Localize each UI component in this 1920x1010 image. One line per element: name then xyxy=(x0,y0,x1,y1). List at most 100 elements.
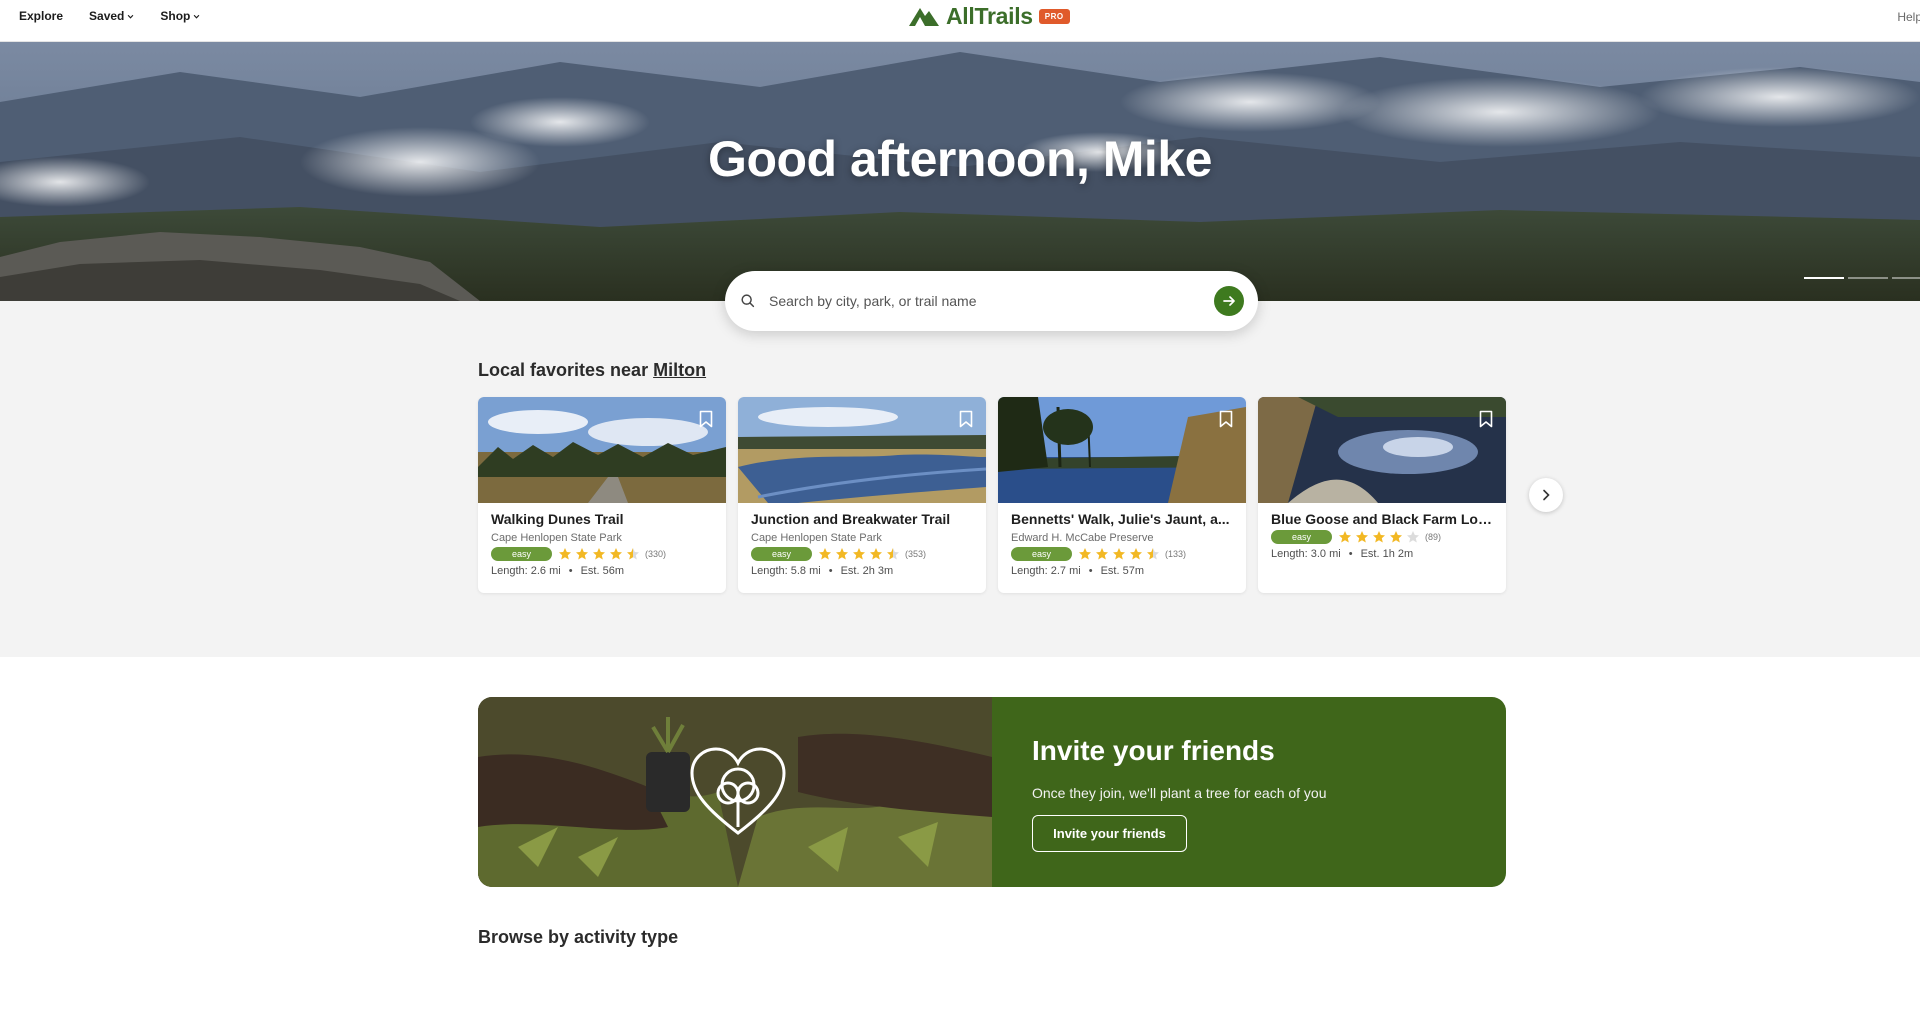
star-icon xyxy=(1096,548,1108,560)
trail-name: Walking Dunes Trail xyxy=(491,511,624,527)
review-count: (89) xyxy=(1425,532,1442,542)
trail-length: Length: 2.6 mi • Est. 56m xyxy=(491,565,624,577)
star-icon xyxy=(819,548,831,560)
star-rating xyxy=(818,547,900,561)
bookmark-icon[interactable] xyxy=(959,410,973,428)
nav-menu: Explore Saved Shop xyxy=(19,0,200,32)
review-count: (133) xyxy=(1165,549,1187,559)
pro-badge: PRO xyxy=(1038,8,1070,24)
trail-park: Cape Henlopen State Park xyxy=(491,532,622,544)
nav-saved-label: Saved xyxy=(89,9,125,23)
brand-name: AllTrails xyxy=(946,2,1033,29)
nav-explore[interactable]: Explore xyxy=(19,9,63,23)
trail-card[interactable]: Blue Goose and Black Farm Loop easy (89)… xyxy=(1258,397,1506,593)
star-icon xyxy=(1356,531,1368,543)
local-favorites-heading: Local favorites near Milton xyxy=(478,360,706,381)
search-bar xyxy=(725,271,1258,331)
star-rating xyxy=(1338,530,1420,544)
carousel-next-button[interactable] xyxy=(1529,478,1563,512)
invite-title: Invite your friends xyxy=(1032,735,1275,766)
trail-length-text: Length: 2.6 mi xyxy=(491,565,561,577)
trail-length: Length: 2.7 mi • Est. 57m xyxy=(1011,565,1144,577)
trail-park: Cape Henlopen State Park xyxy=(751,532,882,544)
trail-length: Length: 5.8 mi • Est. 2h 3m xyxy=(751,565,894,577)
chevron-down-icon xyxy=(194,14,200,19)
star-rating xyxy=(558,547,640,561)
nav-explore-label: Explore xyxy=(19,9,64,23)
invite-friends-banner: Invite your friends Once they join, we'l… xyxy=(478,697,1506,887)
trail-time: Est. 1h 2m xyxy=(1360,548,1414,560)
star-icon xyxy=(610,548,622,560)
nav-shop[interactable]: Shop xyxy=(160,9,200,23)
difficulty-badge: easy xyxy=(1011,547,1072,561)
star-icon xyxy=(1079,548,1091,560)
star-icon xyxy=(1130,548,1142,560)
local-favorites-heading-text: Local favorites near xyxy=(478,360,649,380)
invite-friends-button[interactable]: Invite your friends xyxy=(1032,815,1187,852)
star-icon xyxy=(593,548,605,560)
trail-card[interactable]: Bennetts' Walk, Julie's Jaunt, a... Edwa… xyxy=(998,397,1246,593)
invite-photo xyxy=(478,697,992,887)
location-link[interactable]: Milton xyxy=(653,360,706,380)
trail-card[interactable]: Junction and Breakwater Trail Cape Henlo… xyxy=(738,397,986,593)
nav-saved[interactable]: Saved xyxy=(89,9,134,23)
difficulty-badge: easy xyxy=(751,547,812,561)
carousel-dot[interactable] xyxy=(1892,277,1920,279)
star-icon xyxy=(1390,531,1402,543)
trail-time: Est. 2h 3m xyxy=(840,565,894,577)
trail-photo xyxy=(1258,397,1506,503)
chevron-down-icon xyxy=(128,14,134,19)
carousel-indicators[interactable] xyxy=(1804,277,1920,279)
star-icon xyxy=(576,548,588,560)
star-icon xyxy=(836,548,848,560)
top-nav: Explore Saved Shop AllTrails PRO Help xyxy=(0,0,1920,42)
chevron-right-icon xyxy=(1543,489,1550,501)
search-input[interactable] xyxy=(769,293,1214,309)
alltrails-logo[interactable]: AllTrails PRO xyxy=(908,2,1070,30)
trail-time: Est. 56m xyxy=(580,565,624,577)
star-icon xyxy=(887,548,899,560)
trail-card-list: Walking Dunes Trail Cape Henlopen State … xyxy=(478,397,1506,593)
star-icon xyxy=(1407,531,1419,543)
search-icon xyxy=(741,294,755,308)
bookmark-icon[interactable] xyxy=(1219,410,1233,428)
hero-banner: Good afternoon, Mike xyxy=(0,42,1920,301)
star-icon xyxy=(1113,548,1125,560)
bookmark-icon[interactable] xyxy=(699,410,713,428)
trail-photo xyxy=(478,397,726,503)
trail-length: Length: 3.0 mi • Est. 1h 2m xyxy=(1271,548,1414,560)
trail-park: Edward H. McCabe Preserve xyxy=(1011,532,1154,544)
bookmark-icon[interactable] xyxy=(1479,410,1493,428)
trail-photo xyxy=(998,397,1246,503)
star-rating xyxy=(1078,547,1160,561)
star-icon xyxy=(870,548,882,560)
trail-name: Blue Goose and Black Farm Loop xyxy=(1271,511,1493,527)
nav-shop-label: Shop xyxy=(160,9,191,23)
star-icon xyxy=(853,548,865,560)
invite-subtitle: Once they join, we'll plant a tree for e… xyxy=(1032,785,1327,801)
star-icon xyxy=(627,548,639,560)
difficulty-badge: easy xyxy=(1271,530,1332,544)
invite-panel: Invite your friends Once they join, we'l… xyxy=(992,697,1506,887)
heart-tree-icon xyxy=(690,747,786,835)
mountain-logo-icon xyxy=(909,8,939,26)
carousel-dot[interactable] xyxy=(1848,277,1888,279)
review-count: (330) xyxy=(645,549,667,559)
browse-activity-heading: Browse by activity type xyxy=(478,927,679,947)
search-submit-button[interactable] xyxy=(1214,286,1244,316)
trail-name: Bennetts' Walk, Julie's Jaunt, a... xyxy=(1011,511,1230,527)
greeting-heading: Good afternoon, Mike xyxy=(708,131,1212,187)
trail-time: Est. 57m xyxy=(1100,565,1144,577)
help-link[interactable]: Help xyxy=(1897,10,1920,24)
trail-length-text: Length: 2.7 mi xyxy=(1011,565,1081,577)
star-icon xyxy=(1339,531,1351,543)
trail-name: Junction and Breakwater Trail xyxy=(751,511,951,527)
arrow-right-icon xyxy=(1223,296,1235,306)
star-icon xyxy=(559,548,571,560)
star-icon xyxy=(1373,531,1385,543)
trail-card[interactable]: Walking Dunes Trail Cape Henlopen State … xyxy=(478,397,726,593)
trail-length-text: Length: 3.0 mi xyxy=(1271,548,1341,560)
review-count: (353) xyxy=(905,549,927,559)
star-icon xyxy=(1147,548,1159,560)
carousel-dot-active[interactable] xyxy=(1804,277,1844,279)
